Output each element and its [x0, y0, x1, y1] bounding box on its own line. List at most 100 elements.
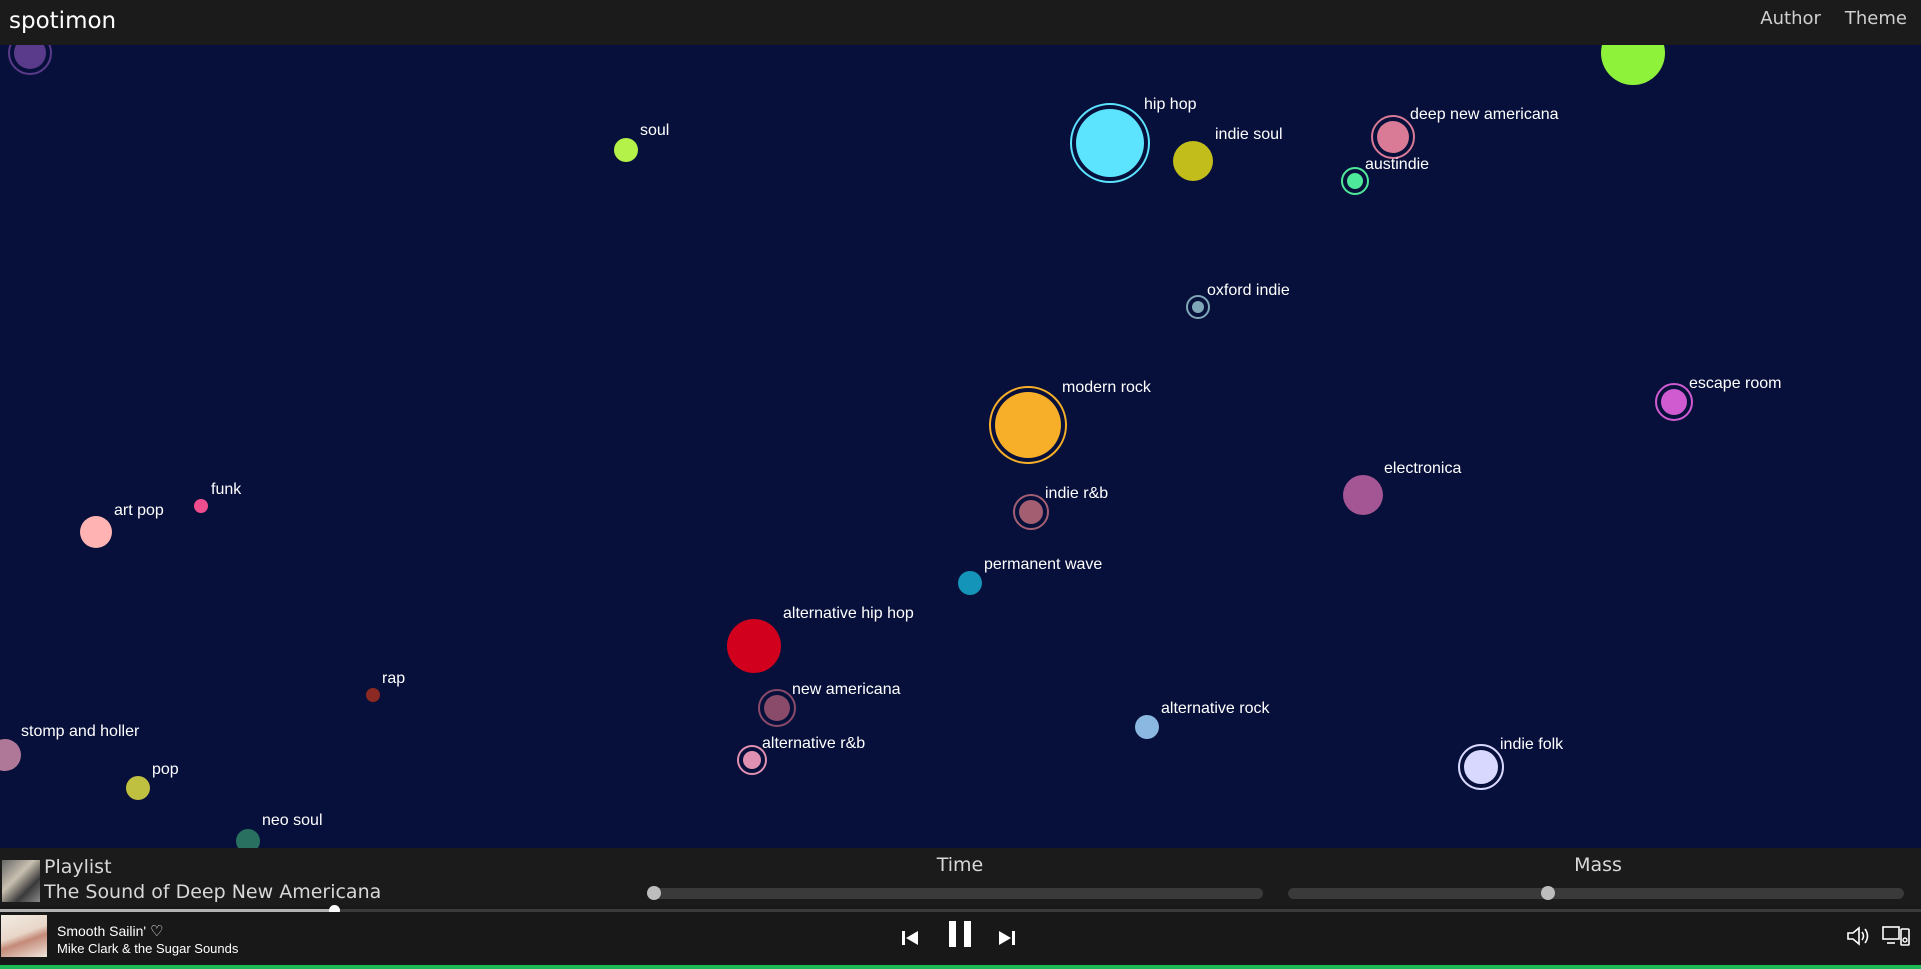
genre-node-label: stomp and holler — [21, 723, 140, 740]
genre-node-label: deep new americana — [1410, 106, 1559, 123]
genre-node-label: rap — [382, 670, 405, 687]
genre-node-circle[interactable] — [995, 392, 1061, 458]
genre-node[interactable]: stomp and holler — [0, 723, 140, 771]
genre-node-circle[interactable] — [80, 516, 112, 548]
genre-node[interactable]: escape room — [1655, 375, 1782, 421]
playlist-name[interactable]: The Sound of Deep New Americana — [44, 881, 381, 903]
genre-node-label: alternative r&b — [762, 735, 865, 752]
genre-graph[interactable]: soul hip hop indie soul deep new americana a… — [0, 45, 1921, 848]
time-slider[interactable] — [647, 886, 1263, 900]
genre-node-circle[interactable] — [1464, 750, 1498, 784]
previous-track-button[interactable] — [901, 929, 919, 952]
devices-button[interactable] — [1882, 925, 1910, 952]
volume-icon — [1847, 926, 1869, 946]
active-device-bar — [0, 965, 1921, 969]
genre-node-label: alternative hip hop — [783, 605, 914, 622]
heart-icon[interactable]: ♡ — [150, 922, 163, 940]
genre-node-circle[interactable] — [1377, 121, 1409, 153]
album-art — [1, 915, 47, 957]
next-icon — [999, 931, 1015, 945]
nav-author-link[interactable]: Author — [1760, 8, 1821, 29]
genre-node[interactable]: alternative rock — [1135, 700, 1270, 739]
genre-node-label: electronica — [1384, 460, 1461, 477]
genre-node-circle[interactable] — [366, 688, 380, 702]
genre-node-label: new americana — [792, 681, 901, 698]
top-bar: spotimon Author Theme — [0, 0, 1921, 45]
genre-node-circle[interactable] — [1135, 715, 1159, 739]
genre-node[interactable]: electronica — [1343, 460, 1461, 515]
genre-node-label: permanent wave — [984, 556, 1102, 573]
pause-button[interactable] — [946, 919, 974, 954]
genre-node[interactable]: oxford indie — [1186, 282, 1290, 319]
genre-node[interactable]: indie r&b — [1013, 485, 1108, 530]
playlist-thumbnail — [2, 860, 40, 902]
genre-node-circle[interactable] — [727, 619, 781, 673]
genre-node-circle[interactable] — [958, 571, 982, 595]
genre-node-circle[interactable] — [0, 739, 21, 771]
mass-slider[interactable] — [1288, 886, 1904, 900]
genre-node-label: alternative rock — [1161, 700, 1270, 717]
controls-bar: Playlist The Sound of Deep New Americana… — [0, 848, 1921, 906]
genre-node[interactable]: soul — [614, 122, 669, 162]
pause-icon — [949, 921, 971, 947]
genre-node-label: indie r&b — [1045, 485, 1108, 502]
genre-node[interactable]: art pop — [80, 502, 164, 548]
genre-node-label: soul — [640, 122, 669, 139]
genre-node-circle[interactable] — [1343, 475, 1383, 515]
genre-node-circle[interactable] — [614, 138, 638, 162]
track-title-row: Smooth Sailin' ♡ — [57, 922, 164, 940]
time-label: Time — [936, 854, 984, 876]
genre-node[interactable]: rap — [366, 670, 405, 702]
genre-node-label: neo soul — [262, 812, 323, 829]
playlist-kicker: Playlist — [44, 856, 112, 878]
next-track-button[interactable] — [998, 929, 1016, 952]
mass-slider-thumb[interactable] — [1540, 886, 1555, 900]
genre-node-circle[interactable] — [1076, 109, 1144, 177]
nav-theme-link[interactable]: Theme — [1845, 8, 1907, 29]
genre-node[interactable]: pop — [126, 761, 179, 800]
genre-node[interactable]: austindie — [1341, 156, 1429, 195]
genre-node-circle[interactable] — [1601, 45, 1665, 85]
devices-icon — [1882, 926, 1910, 946]
genre-node-label: austindie — [1365, 156, 1429, 173]
genre-node-circle[interactable] — [764, 695, 790, 721]
genre-node-label: funk — [211, 481, 242, 498]
genre-node-label: pop — [152, 761, 179, 778]
genre-node-label: modern rock — [1062, 379, 1152, 396]
genre-node-circle[interactable] — [14, 45, 46, 69]
genre-node-label: hip hop — [1144, 96, 1197, 113]
genre-node[interactable] — [8, 45, 52, 75]
genre-node-circle[interactable] — [743, 751, 761, 769]
mass-label: Mass — [1574, 854, 1622, 876]
genre-node[interactable]: new americana — [758, 681, 901, 727]
genre-node-circle[interactable] — [1173, 141, 1213, 181]
genre-node-circle[interactable] — [194, 499, 208, 513]
genre-node-circle[interactable] — [1347, 173, 1363, 189]
genre-node[interactable]: modern rock — [989, 379, 1152, 464]
genre-node-label: art pop — [114, 502, 164, 519]
time-slider-thumb[interactable] — [647, 886, 661, 900]
genre-graph-canvas[interactable]: soul hip hop indie soul deep new americana a… — [0, 45, 1921, 848]
previous-icon — [902, 931, 918, 945]
top-nav: Author Theme — [1750, 8, 1921, 29]
genre-node[interactable]: alternative hip hop — [727, 605, 914, 673]
track-title[interactable]: Smooth Sailin' — [57, 923, 146, 939]
track-artist[interactable]: Mike Clark & the Sugar Sounds — [57, 941, 238, 956]
genre-node[interactable]: alternative r&b — [737, 735, 865, 775]
genre-node[interactable]: deep new americana — [1371, 106, 1559, 159]
genre-node[interactable]: indie soul — [1173, 126, 1283, 181]
genre-node[interactable]: permanent wave — [958, 556, 1102, 595]
genre-node-circle[interactable] — [1661, 389, 1687, 415]
genre-node[interactable]: neo soul — [236, 812, 323, 848]
genre-node-circle[interactable] — [1019, 500, 1043, 524]
genre-node-circle[interactable] — [126, 776, 150, 800]
genre-node-label: indie soul — [1215, 126, 1283, 143]
app-logo[interactable]: spotimon — [9, 8, 116, 34]
volume-button[interactable] — [1846, 925, 1872, 952]
genre-node-circle[interactable] — [236, 829, 260, 848]
genre-node[interactable] — [1601, 45, 1665, 85]
genre-node[interactable]: indie folk — [1458, 736, 1564, 790]
genre-node-circle[interactable] — [1192, 301, 1204, 313]
genre-node[interactable]: funk — [194, 481, 242, 513]
genre-node-label: oxford indie — [1207, 282, 1290, 299]
